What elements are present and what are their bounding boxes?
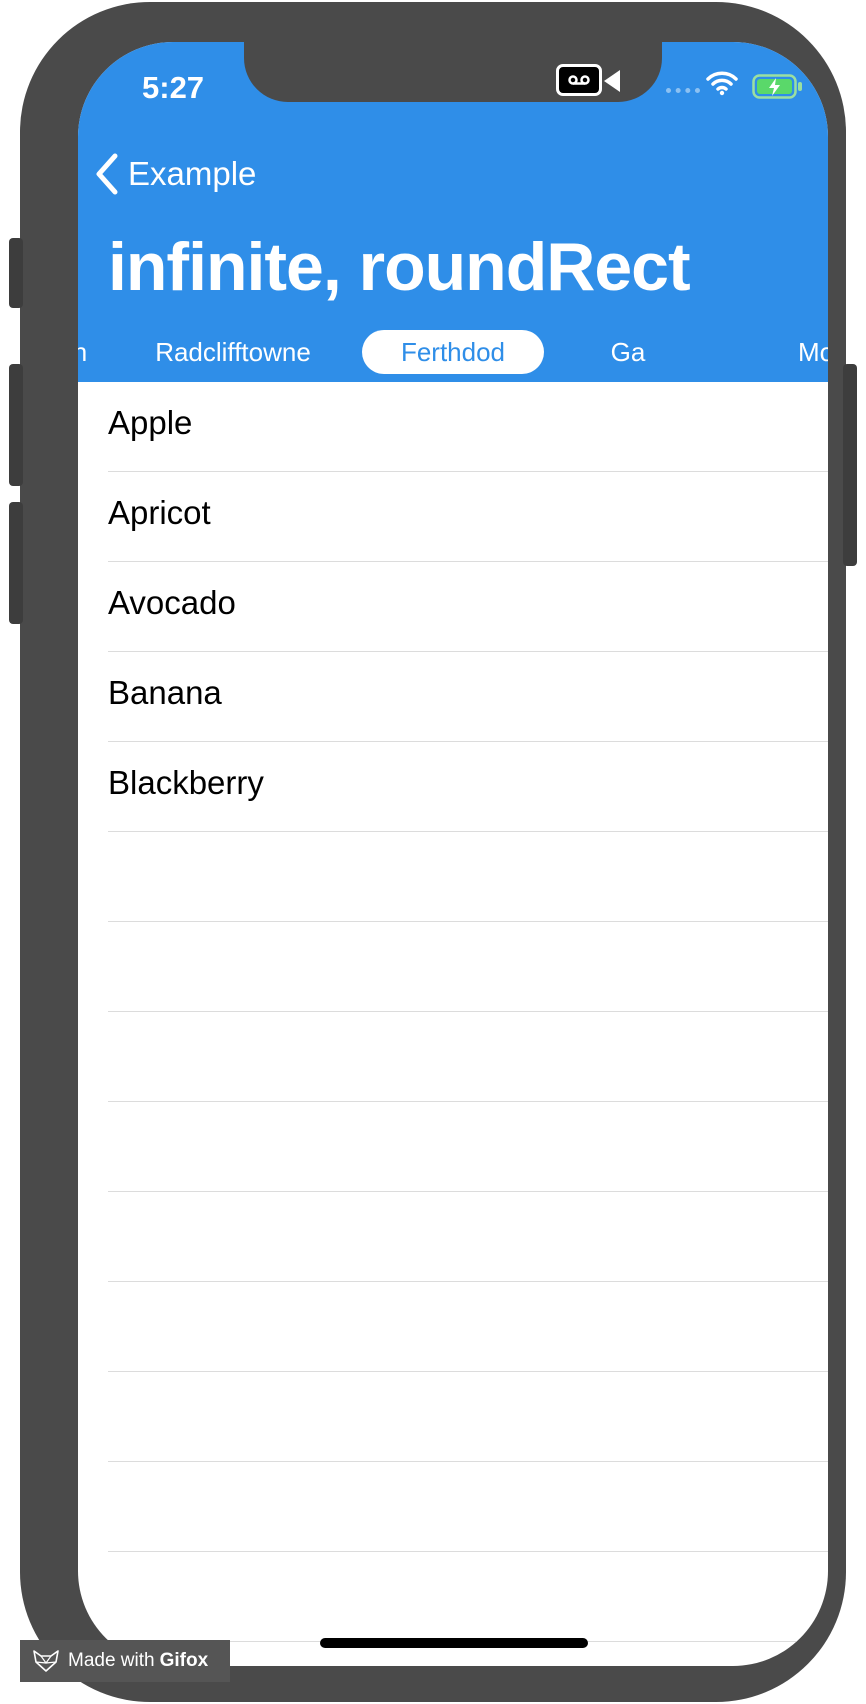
empty-row: [78, 922, 828, 1012]
power-button: [843, 364, 857, 566]
list-item-label: Avocado: [108, 584, 236, 621]
tab-n[interactable]: n: [78, 330, 90, 374]
gifox-fox-icon: [33, 1650, 59, 1672]
cellular-signal-icon: [666, 88, 700, 98]
watermark-brand: Gifox: [159, 1650, 209, 1671]
silent-switch: [9, 238, 23, 308]
fruit-list: Apple Apricot Avocado Banana Blackberry: [78, 382, 828, 1642]
empty-row: [78, 1282, 828, 1372]
list-item-label: Banana: [108, 674, 222, 711]
watermark-prefix: Made with: [68, 1650, 155, 1671]
volume-down-button: [9, 502, 23, 624]
empty-row: [78, 1192, 828, 1282]
list-item-label: Blackberry: [108, 764, 264, 801]
screen: 5:27 Example infinite, roundRect n Radcl…: [78, 42, 828, 1666]
list-item[interactable]: Apple: [78, 382, 828, 472]
tab-bar: n Radclifftowne Ferthdod Ga Mo: [78, 330, 828, 378]
list-item[interactable]: Avocado: [78, 562, 828, 652]
tab-mo[interactable]: Mo: [786, 330, 828, 374]
wifi-icon: [706, 71, 738, 96]
empty-row: [78, 1372, 828, 1462]
list-item-label: Apple: [108, 404, 193, 441]
volume-up-button: [9, 364, 23, 486]
home-indicator[interactable]: [320, 1638, 588, 1648]
tab-radclifftowne[interactable]: Radclifftowne: [138, 330, 328, 374]
gifox-watermark: Made with Gifox: [20, 1640, 230, 1682]
page-title: infinite, roundRect: [108, 229, 691, 305]
screen-record-icon: [556, 64, 602, 96]
tab-ga[interactable]: Ga: [598, 330, 658, 374]
device-frame: 5:27 Example infinite, roundRect n Radcl…: [9, 2, 857, 1702]
empty-row: [78, 1102, 828, 1192]
back-button-label: Example: [128, 155, 257, 192]
list-item-label: Apricot: [108, 494, 211, 531]
empty-row: [78, 1552, 828, 1642]
chevron-left-icon: [96, 153, 118, 195]
list-item[interactable]: Banana: [78, 652, 828, 742]
list-item[interactable]: Blackberry: [78, 742, 828, 832]
tab-ferthdod[interactable]: Ferthdod: [362, 330, 544, 374]
empty-row: [78, 1012, 828, 1102]
empty-row: [78, 1462, 828, 1552]
record-camera-icon: [604, 70, 620, 92]
navigation-header: 5:27 Example infinite, roundRect n Radcl…: [78, 42, 828, 382]
status-time: 5:27: [142, 70, 205, 105]
empty-row: [78, 832, 828, 922]
back-button[interactable]: Example: [94, 150, 256, 198]
battery-charging-icon: [752, 74, 802, 99]
list-item[interactable]: Apricot: [78, 472, 828, 562]
